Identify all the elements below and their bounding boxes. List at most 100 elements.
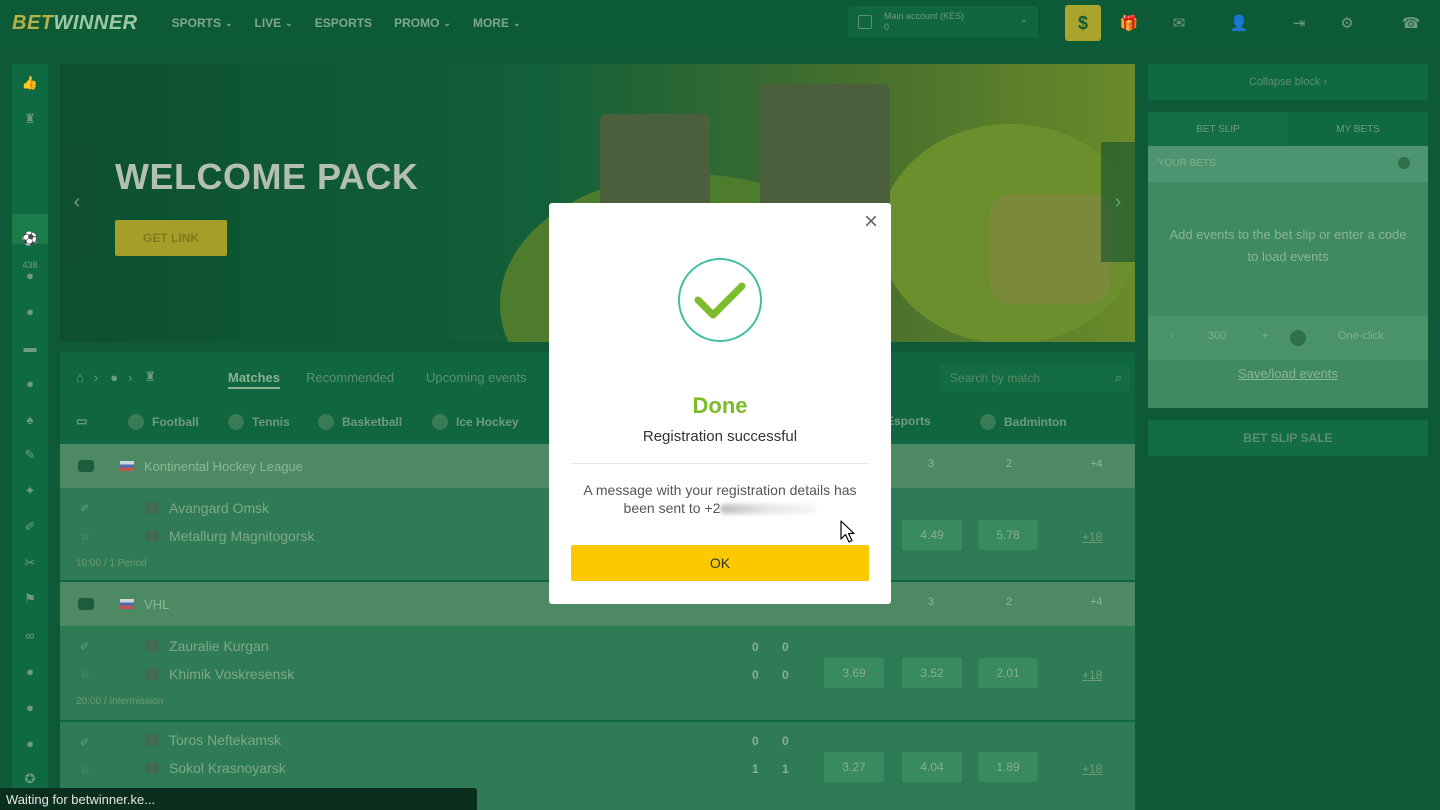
pin-icon[interactable]: ✐	[80, 640, 89, 653]
stake-row: - 300 + One-click	[1148, 316, 1428, 360]
team-logo	[145, 640, 159, 652]
stake-input[interactable]: 300	[1208, 330, 1226, 342]
odd-button[interactable]: 3.27	[824, 752, 884, 782]
waterpolo-icon[interactable]: ●	[21, 698, 39, 716]
boxing-icon[interactable]: ♠	[21, 410, 39, 428]
rugby-icon[interactable]: ●	[21, 734, 39, 752]
hockey-icon	[432, 414, 448, 430]
trophy-icon[interactable]: ♜	[144, 369, 156, 385]
tab-my-bets[interactable]: MY BETS	[1288, 112, 1428, 146]
dialog-message: A message with your registration details…	[583, 482, 857, 516]
deposit-button[interactable]: $	[1065, 5, 1101, 41]
more-markets-link[interactable]: +18	[1082, 762, 1102, 776]
match-row[interactable]: ✐ ☆ Zauralie Kurgan Khimik Voskresensk 2…	[60, 626, 1135, 720]
nav-sports[interactable]: SPORTS ⌄	[172, 16, 233, 30]
search-icon[interactable]: ⌕	[1115, 370, 1122, 386]
refresh-icon[interactable]	[858, 15, 872, 29]
tab-recommended[interactable]: Recommended	[306, 370, 394, 385]
divider	[571, 463, 869, 464]
sport-basketball[interactable]: Basketball	[318, 414, 402, 430]
odd-button[interactable]: 1.89	[978, 752, 1038, 782]
one-click-toggle[interactable]	[1290, 330, 1306, 346]
table-tennis-icon[interactable]: ✂	[21, 554, 39, 572]
team-home: Avangard Omsk	[145, 500, 269, 516]
star-icon[interactable]: ☆	[80, 668, 90, 681]
bet-slip-sale-button[interactable]: BET SLIP SALE	[1148, 420, 1428, 456]
tennis-icon[interactable]: ●	[21, 266, 39, 284]
nav-promo[interactable]: PROMO ⌄	[394, 16, 451, 30]
home-icon[interactable]: ⌂	[76, 370, 84, 385]
sport-icon[interactable]: ●	[110, 370, 118, 385]
russia-flag-icon	[120, 461, 134, 471]
stake-increase-button[interactable]: +	[1262, 330, 1268, 342]
thumbs-up-icon[interactable]: 👍	[21, 74, 39, 92]
close-icon[interactable]: ×	[861, 210, 881, 234]
main-nav: SPORTS ⌄ LIVE ⌄ ESPORTS PROMO ⌄ MORE ⌄	[172, 16, 521, 30]
dialog-title: Done	[692, 393, 748, 418]
more-markets-link[interactable]: +18	[1082, 530, 1102, 544]
banner-prev-arrow[interactable]: ‹	[60, 142, 94, 262]
odd-button[interactable]: 4.04	[902, 752, 962, 782]
save-load-events-link[interactable]: Save/load events	[1148, 366, 1428, 381]
hockey-icon[interactable]: ▬	[21, 338, 39, 356]
esports-icon[interactable]: ✪	[21, 770, 39, 788]
sport-ice-hockey[interactable]: Ice Hockey	[432, 414, 519, 430]
betwinner-logo[interactable]: BETWINNER	[12, 12, 138, 35]
user-icon[interactable]: 👤	[1228, 12, 1250, 34]
pin-icon[interactable]: ✐	[80, 502, 89, 515]
basketball-icon[interactable]: ●	[21, 302, 39, 320]
score: 0	[752, 668, 759, 682]
logout-icon[interactable]: ⇥	[1288, 12, 1310, 34]
handball-icon[interactable]: ●	[21, 662, 39, 680]
odd-button[interactable]: 3.69	[824, 658, 884, 688]
tab-upcoming[interactable]: Upcoming events	[426, 370, 526, 385]
match-time: 20:00 / Intermission	[76, 696, 164, 707]
sport-tennis[interactable]: Tennis	[228, 414, 290, 430]
sport-esports[interactable]: Esports	[886, 414, 931, 428]
monitor-icon[interactable]: ▭	[76, 414, 87, 428]
left-sports-sidebar: 👍 ♜ 438 ⚽ ● ● ▬ ● ♠ ✎ ✦ ✐ ✂ ⚑ ∞ ● ● ● ✪	[12, 64, 48, 810]
search-placeholder: Search by match	[950, 371, 1041, 385]
account-selector[interactable]: Main account (KES) 0 ⌄	[848, 6, 1038, 38]
banner-next-arrow[interactable]: ›	[1101, 142, 1135, 262]
team-logo	[145, 530, 159, 542]
mail-icon[interactable]: ✉	[1168, 12, 1190, 34]
star-icon[interactable]: ☆	[80, 530, 90, 543]
sport-football[interactable]: Football	[128, 414, 199, 430]
nav-esports[interactable]: ESPORTS	[315, 16, 372, 30]
star-icon[interactable]: ☆	[80, 764, 90, 777]
phone-icon[interactable]: ☎	[1400, 12, 1422, 34]
tab-bet-slip[interactable]: BET SLIP	[1148, 112, 1288, 146]
sport-badminton[interactable]: Badminton	[980, 414, 1067, 430]
gamepad-icon[interactable]: ✦	[21, 482, 39, 500]
football-icon[interactable]: ⚽	[21, 230, 39, 248]
odd-button[interactable]: 5.78	[978, 520, 1038, 550]
racing-icon[interactable]: ∞	[21, 626, 39, 644]
banner-title: WELCOME PACK	[115, 156, 419, 197]
odd-button[interactable]: 3.52	[902, 658, 962, 688]
pin-icon[interactable]: ✐	[80, 736, 89, 749]
match-search-input[interactable]: Search by match ⌕	[940, 364, 1130, 392]
settings-icon[interactable]	[1398, 157, 1410, 169]
ok-button[interactable]: OK	[571, 545, 869, 581]
odd-button[interactable]: 2.01	[978, 658, 1038, 688]
trophy-icon[interactable]: ♜	[21, 110, 39, 128]
badminton-icon[interactable]: ✐	[21, 518, 39, 536]
golf-icon[interactable]: ⚑	[21, 590, 39, 608]
badminton-icon	[980, 414, 996, 430]
tab-matches[interactable]: Matches	[228, 370, 281, 389]
mouse-cursor-icon	[840, 520, 855, 543]
collapse-block-button[interactable]: Collapse block ›	[1148, 64, 1428, 100]
more-markets-link[interactable]: +18	[1082, 668, 1102, 682]
banner-cta-button[interactable]: GET LINK	[115, 220, 227, 256]
nav-more[interactable]: MORE ⌄	[473, 16, 521, 30]
gift-icon[interactable]: 🎁	[1118, 12, 1140, 34]
gear-icon[interactable]: ⚙	[1336, 12, 1358, 34]
team-away: Metallurg Magnitogorsk	[145, 528, 315, 544]
cricket-icon[interactable]: ✎	[21, 446, 39, 464]
stake-decrease-button[interactable]: -	[1170, 330, 1174, 342]
your-bets-header: YOUR BETS	[1148, 146, 1428, 182]
volleyball-icon[interactable]: ●	[21, 374, 39, 392]
odd-button[interactable]: 4.49	[902, 520, 962, 550]
nav-live[interactable]: LIVE ⌄	[255, 16, 293, 30]
